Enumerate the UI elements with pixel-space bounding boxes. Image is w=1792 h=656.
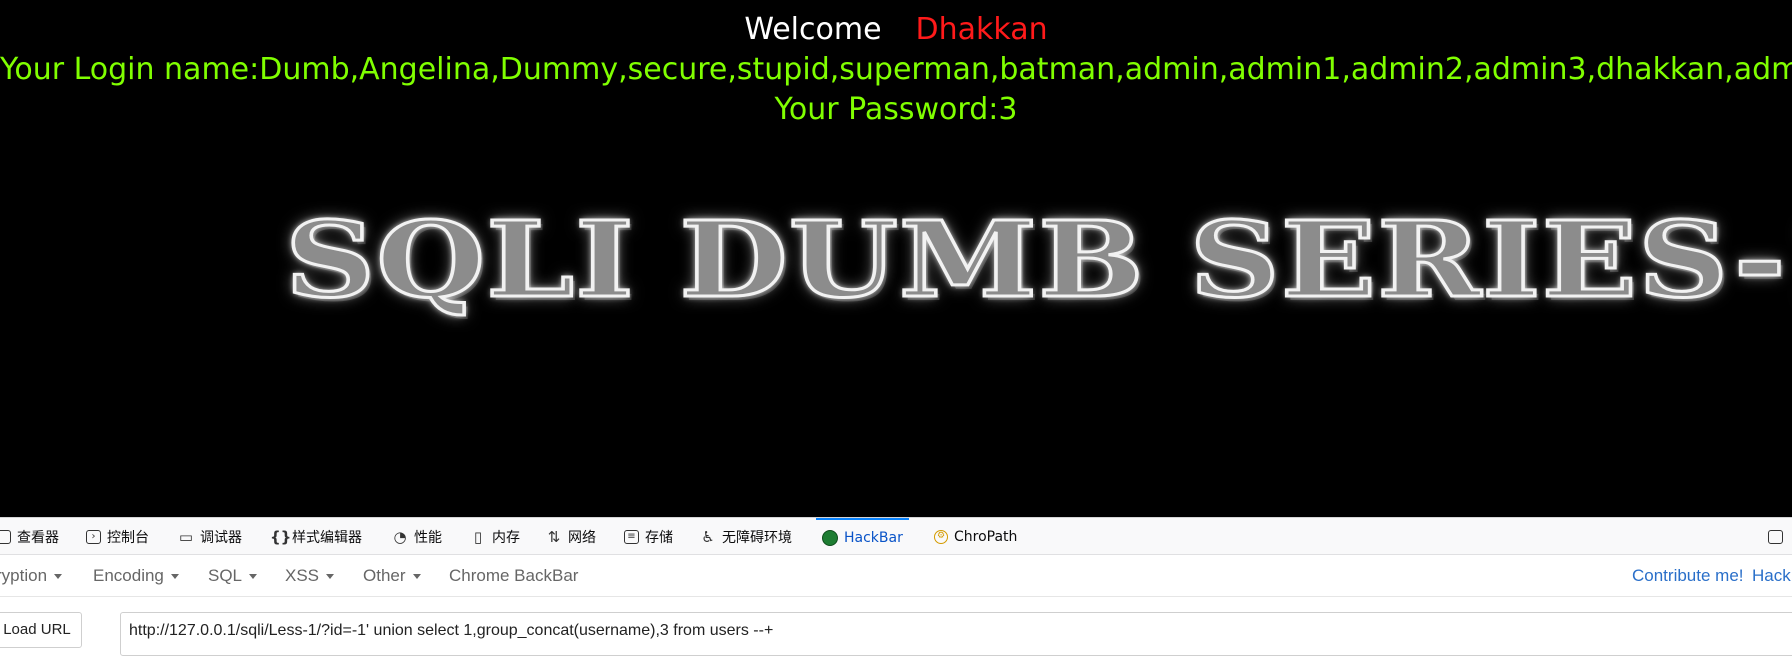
sqli-series-banner: SQLI DUMB SERIES-1 xyxy=(283,198,1792,321)
performance-icon: ◔ xyxy=(393,527,407,546)
welcome-text: Welcome xyxy=(744,12,882,47)
page-content: Welcome Dhakkan Your Login name:Dumb,Ange… xyxy=(0,0,1792,517)
menu-encoding[interactable]: Encoding xyxy=(93,555,179,596)
contribute-link[interactable]: Contribute me! xyxy=(1632,555,1744,596)
tab-chropath[interactable]: ⚙ ChroPath xyxy=(934,518,1017,555)
menu-other[interactable]: Other xyxy=(363,555,421,596)
chropath-icon: ⚙ xyxy=(934,529,948,544)
hackbar-brand-link[interactable]: Hack xyxy=(1752,555,1791,596)
debugger-icon: ▭ xyxy=(178,527,194,546)
console-icon: › xyxy=(86,529,101,544)
tab-label: 内存 xyxy=(492,529,520,546)
style-editor-icon: {} xyxy=(270,527,292,546)
tab-inspector[interactable]: 查看器 xyxy=(0,518,59,555)
menu-sql[interactable]: SQL xyxy=(208,555,258,596)
tab-accessibility[interactable]: ♿ 无障碍环境 xyxy=(700,518,792,555)
menu-chrome-backbar[interactable]: Chrome BackBar xyxy=(449,555,578,596)
chevron-down-icon xyxy=(54,574,63,580)
tab-label: 调试器 xyxy=(200,529,242,546)
load-url-button[interactable]: Load URL xyxy=(0,612,82,648)
tab-network[interactable]: ⇅ 网络 xyxy=(546,518,596,555)
network-icon: ⇅ xyxy=(547,527,561,546)
tab-hackbar[interactable]: HackBar xyxy=(816,518,909,555)
tab-style-editor[interactable]: {} 样式编辑器 xyxy=(270,518,362,555)
menu-xss[interactable]: XSS xyxy=(285,555,335,596)
tab-label: 样式编辑器 xyxy=(292,529,362,546)
tab-debugger[interactable]: ▭ 调试器 xyxy=(178,518,242,555)
chevron-down-icon xyxy=(326,574,335,580)
chevron-down-icon xyxy=(170,574,179,580)
welcome-username: Dhakkan xyxy=(915,12,1048,47)
tab-storage[interactable]: ≡ 存储 xyxy=(624,518,673,555)
tab-label: 控制台 xyxy=(107,529,149,546)
tab-label: 查看器 xyxy=(17,529,59,546)
tab-memory[interactable]: ▯ 内存 xyxy=(470,518,520,555)
devtools-panel: 查看器 › 控制台 ▭ 调试器 {} 样式编辑器 ◔ 性能 ▯ 内存 ⇅ 网络 … xyxy=(0,517,1792,656)
storage-icon: ≡ xyxy=(624,529,639,544)
hackbar-icon xyxy=(822,529,838,546)
chevron-down-icon xyxy=(249,574,258,580)
devtools-tab-bar: 查看器 › 控制台 ▭ 调试器 {} 样式编辑器 ◔ 性能 ▯ 内存 ⇅ 网络 … xyxy=(0,517,1792,555)
password-result: Your Password:3 xyxy=(774,92,1018,127)
tab-label: 性能 xyxy=(414,529,442,546)
url-textarea[interactable]: http://127.0.0.1/sqli/Less-1/?id=-1' uni… xyxy=(120,612,1792,656)
tab-label: 无障碍环境 xyxy=(722,529,792,546)
tab-label: 网络 xyxy=(568,529,596,546)
tab-label: 存储 xyxy=(645,529,673,546)
memory-icon: ▯ xyxy=(473,527,483,546)
login-name-result: Your Login name:Dumb,Angelina,Dummy,secu… xyxy=(0,52,1792,87)
tab-label: HackBar xyxy=(844,529,903,546)
tab-console[interactable]: › 控制台 xyxy=(86,518,149,555)
tab-performance[interactable]: ◔ 性能 xyxy=(392,518,442,555)
inspector-icon xyxy=(0,529,11,544)
welcome-line: Welcome Dhakkan xyxy=(0,10,1792,50)
menu-encryption[interactable]: ryption xyxy=(0,555,63,596)
chevron-down-icon xyxy=(412,574,421,580)
dock-side-button[interactable] xyxy=(1768,518,1783,555)
accessibility-icon: ♿ xyxy=(701,527,715,546)
dock-side-icon xyxy=(1768,529,1783,544)
hackbar-menu: ryption Encoding SQL XSS Other Chrome Ba… xyxy=(0,555,1792,597)
tab-label: ChroPath xyxy=(954,528,1018,545)
